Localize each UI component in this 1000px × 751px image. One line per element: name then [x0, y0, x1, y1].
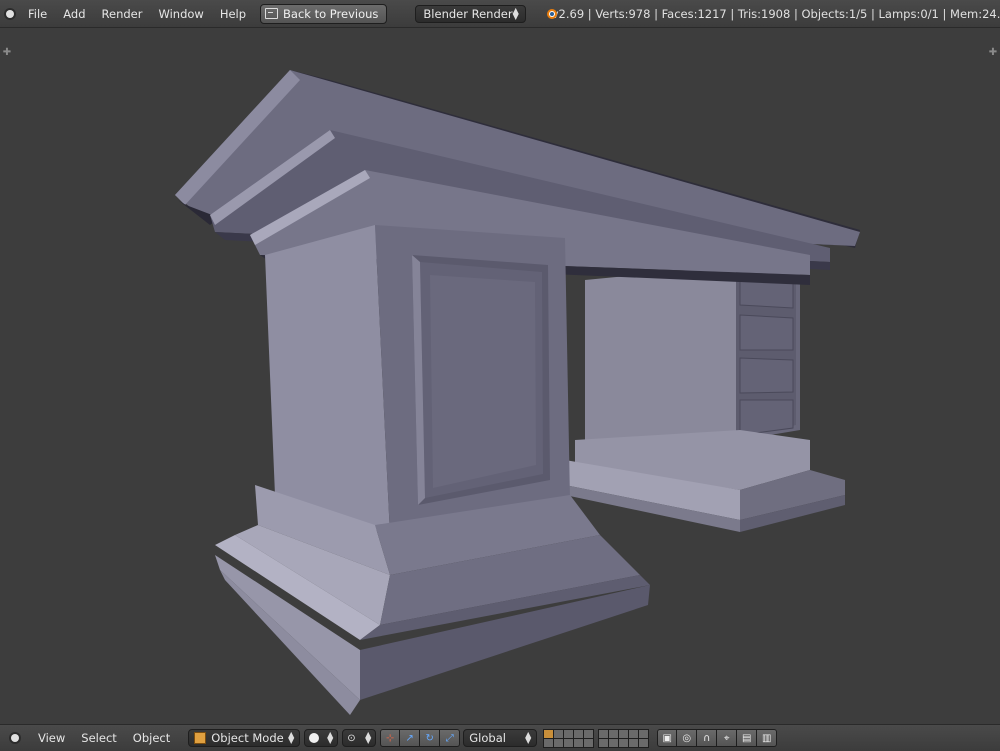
scale-icon[interactable]: ⤢ [440, 729, 461, 747]
menu-select[interactable]: Select [73, 731, 124, 745]
solid-shading-sphere-icon [309, 733, 320, 743]
chevron-updown-icon: ▲ ▼ [525, 730, 532, 745]
menu-render[interactable]: Render [94, 7, 151, 21]
menu-help[interactable]: Help [212, 7, 254, 21]
editor-type-icon[interactable] [6, 729, 24, 747]
object-mode-cube-icon [194, 732, 207, 744]
pivot-point-select[interactable]: ⊙ ▲ ▼ [342, 729, 377, 747]
layer-buttons [543, 728, 653, 748]
back-pedestal [565, 265, 845, 532]
info-header: File Add Render Window Help Back to Prev… [0, 0, 1000, 28]
menu-view[interactable]: View [30, 731, 73, 745]
mode-value: Object Mode [211, 731, 284, 745]
back-icon [265, 8, 279, 19]
proportional-edit-icon[interactable]: ◎ [677, 729, 698, 747]
3d-view-header: View Select Object Object Mode ▲ ▼ ▲ ▼ ⊙ ▲… [0, 724, 1000, 751]
interaction-mode-select[interactable]: Object Mode ▲ ▼ [188, 729, 301, 747]
menu-file[interactable]: File [20, 7, 55, 21]
lock-layers-icon[interactable]: ▣ [657, 729, 678, 747]
orientation-value: Global [469, 731, 506, 745]
extra-tools-group: ▣ ◎ ∩ ⌖ ▤ ▥ [657, 729, 778, 747]
menu-window[interactable]: Window [150, 7, 211, 21]
snap-magnet-icon[interactable]: ∩ [697, 729, 718, 747]
scene-stats: v2.69 | Verts:978 | Faces:1217 | Tris:19… [551, 6, 1000, 21]
manipulator-group: ⊹ ↗ ↻ ⤢ [380, 729, 461, 747]
menu-object[interactable]: Object [125, 731, 178, 745]
chevron-updown-icon: ▲ ▼ [288, 730, 295, 745]
layer-block-2[interactable] [598, 728, 650, 748]
pivot-point-icon: ⊙ [347, 732, 356, 744]
render-engine-value: Blender Render [423, 6, 513, 21]
render-icon[interactable]: ▤ [737, 729, 758, 747]
main-menu: File Add Render Window Help [20, 7, 254, 21]
manipulator-icon[interactable]: ⊹ [380, 729, 401, 747]
snap-element-icon[interactable]: ⌖ [717, 729, 738, 747]
editor-type-icon[interactable] [6, 5, 14, 23]
back-to-previous-label: Back to Previous [283, 6, 379, 21]
viewport-shading-select[interactable]: ▲ ▼ [304, 729, 339, 747]
rotate-icon[interactable]: ↻ [420, 729, 441, 747]
layer-block-1[interactable] [543, 728, 595, 748]
desk-model[interactable] [0, 28, 1000, 723]
chevron-updown-icon: ▲ ▼ [512, 5, 519, 21]
transform-orientation-select[interactable]: Global ▲ ▼ [463, 729, 538, 747]
render-engine-select[interactable]: Blender Render ▲ ▼ [415, 4, 526, 23]
back-to-previous-button[interactable]: Back to Previous [260, 3, 388, 24]
chevron-updown-icon: ▲ ▼ [365, 730, 372, 745]
chevron-updown-icon: ▲ ▼ [327, 730, 334, 745]
translate-icon[interactable]: ↗ [400, 729, 421, 747]
view-menu: View Select Object [30, 731, 178, 745]
render-animation-icon[interactable]: ▥ [757, 729, 778, 747]
menu-add[interactable]: Add [55, 7, 93, 21]
3d-viewport[interactable]: ✚ ✚ [0, 28, 1000, 723]
